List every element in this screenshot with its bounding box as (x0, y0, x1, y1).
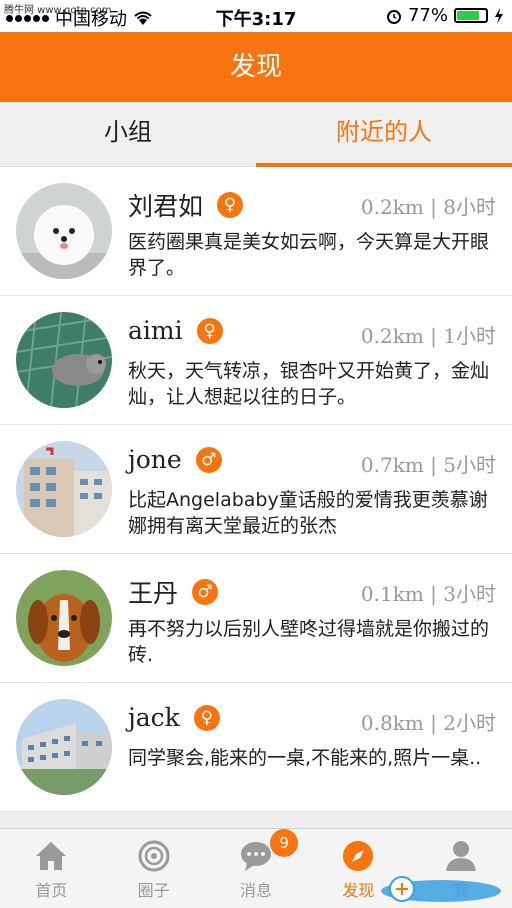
user-name: 王丹 ♂ (128, 574, 219, 610)
nearby-user-list: 刘君如 ♀ 0.2km | 8小时 医药圈果真是美女如云啊，今天算是大开眼界了。 … (0, 167, 512, 812)
tab-groups[interactable]: 小组 (0, 102, 256, 166)
distance-time: 0.8km | 2小时 (360, 711, 496, 735)
avatar[interactable] (16, 441, 112, 537)
list-item[interactable]: jack ♀ 0.8km | 2小时 同学聚会,能来的一桌,不能来的,照片一桌.. (0, 683, 512, 812)
list-item[interactable]: aimi ♀ 0.2km | 1小时 秋天，天气转凉，银杏叶又开始黄了，金灿灿，让… (0, 296, 512, 425)
page-title: 发现 (0, 32, 512, 102)
tab-circle-label: 圈子 (137, 881, 170, 900)
user-status-message: 秋天，天气转凉，银杏叶又开始黄了，金灿灿，让人想起以往的日子。 (128, 360, 490, 408)
user-status-message: 比起Angelababy童话般的爱情我更羡慕谢娜拥有离天堂最近的张杰 (128, 489, 488, 537)
alarm-icon (386, 9, 401, 24)
avatar[interactable] (16, 699, 112, 795)
battery-icon (454, 8, 488, 23)
tab-messages-label: 消息 (240, 881, 273, 900)
battery-group: 77% (386, 5, 504, 26)
female-icon: ♀ (193, 704, 220, 731)
bottom-tab-bar: 首页 圈子 消息 发现 我 9 (0, 828, 512, 908)
message-count-badge: 9 (270, 829, 298, 857)
list-item[interactable]: jone ♂ 0.7km | 5小时 比起Angelababy童话般的爱情我更羡慕… (0, 425, 512, 554)
user-status-message: 医药圈果真是美女如云啊，今天算是大开眼界了。 (128, 231, 490, 279)
female-icon: ♀ (196, 317, 223, 344)
tab-home[interactable]: 首页 (0, 829, 102, 908)
avatar[interactable] (16, 312, 112, 408)
distance-time: 0.7km | 5小时 (360, 453, 496, 477)
distance-time: 0.2km | 8小时 (360, 195, 496, 219)
distance-time: 0.2km | 1小时 (360, 324, 496, 348)
user-name: jone ♂ (128, 445, 222, 474)
segment-tabs: 小组 附近的人 (0, 102, 512, 167)
avatar[interactable] (16, 183, 112, 279)
tab-home-label: 首页 (35, 881, 68, 900)
charging-icon (495, 7, 503, 24)
male-icon: ♂ (195, 446, 222, 473)
male-icon: ♂ (192, 579, 219, 605)
person-icon (445, 841, 476, 871)
tab-nearby-people[interactable]: 附近的人 (256, 102, 512, 167)
female-icon: ♀ (217, 192, 244, 218)
list-item[interactable]: 王丹 ♂ 0.1km | 3小时 再不努力以后别人壁咚过得墙就是你搬过的砖. (0, 554, 512, 683)
home-icon (36, 842, 67, 870)
user-name: 刘君如 ♀ (128, 187, 244, 223)
compass-icon (343, 841, 374, 871)
tab-circle[interactable]: 圈子 (102, 829, 204, 908)
list-item[interactable]: 刘君如 ♀ 0.2km | 8小时 医药圈果真是美女如云啊，今天算是大开眼界了。 (0, 167, 512, 296)
user-status-message: 同学聚会,能来的一桌,不能来的,照片一桌.. (128, 747, 482, 769)
distance-time: 0.1km | 3小时 (360, 582, 496, 606)
watermark-logo (381, 876, 501, 902)
circle-icon (138, 840, 170, 872)
battery-percent: 77% (407, 5, 448, 26)
user-status-message: 再不努力以后别人壁咚过得墙就是你搬过的砖. (128, 618, 490, 666)
status-bar: 腾牛网 www.qqtn.com 中国移动 下午3:17 77% (0, 0, 512, 32)
avatar[interactable] (16, 570, 112, 666)
user-name: jack ♀ (128, 703, 220, 732)
user-name: aimi ♀ (128, 316, 223, 345)
message-icon (241, 842, 272, 871)
